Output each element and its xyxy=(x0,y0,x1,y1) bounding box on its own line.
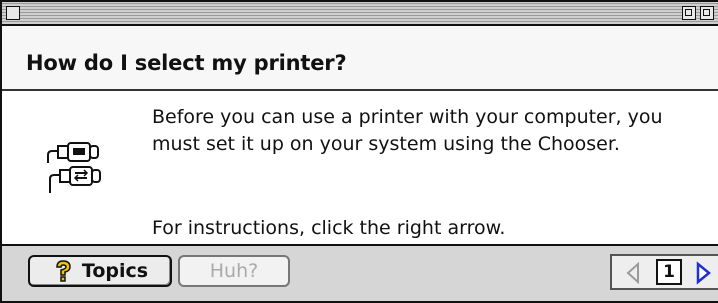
huh-button[interactable]: Huh? xyxy=(178,255,290,287)
title-bar[interactable] xyxy=(2,2,718,26)
heading-bar: How do I select my printer? xyxy=(2,26,718,91)
zoom-box[interactable] xyxy=(682,6,696,20)
help-window: How do I select my printer? Before you c… xyxy=(0,0,718,303)
topics-label: Topics xyxy=(81,260,149,282)
instruction-paragraph: For instructions, click the right arrow. xyxy=(152,217,506,239)
page-title: How do I select my printer? xyxy=(26,51,347,75)
help-content: Before you can use a printer with your c… xyxy=(2,91,718,246)
next-arrow-icon[interactable] xyxy=(692,260,714,286)
close-box[interactable] xyxy=(6,6,20,20)
topics-button[interactable]: Topics xyxy=(28,255,172,287)
navigation-bar: Topics Huh? 1 xyxy=(2,244,718,301)
previous-arrow-icon[interactable] xyxy=(622,260,644,286)
page-navigator: 1 xyxy=(610,254,718,290)
printer-connection-icon xyxy=(47,142,101,193)
page-number: 1 xyxy=(656,259,682,285)
huh-label: Huh? xyxy=(209,260,259,282)
collapse-box[interactable] xyxy=(700,6,714,20)
question-mark-icon xyxy=(52,259,74,283)
body-paragraph: Before you can use a printer with your c… xyxy=(152,106,663,155)
